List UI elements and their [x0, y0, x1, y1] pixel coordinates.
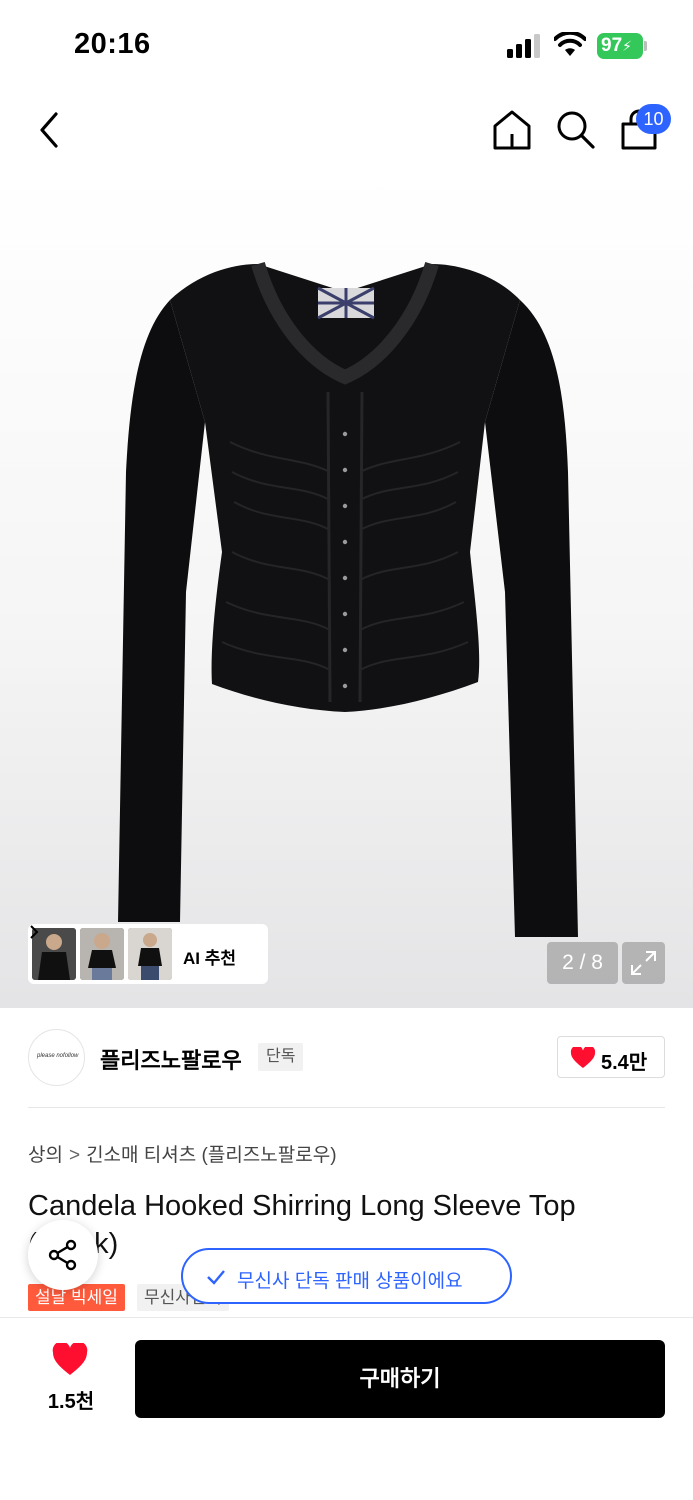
breadcrumb-item[interactable]: 긴소매 티셔츠 (플리즈노팔로우) — [86, 1145, 336, 1166]
exclusive-tag: 단독 — [258, 1043, 304, 1071]
sale-badge: 설날 빅세일 — [28, 1284, 125, 1311]
home-icon[interactable] — [491, 108, 533, 152]
search-icon[interactable] — [554, 108, 596, 152]
brand-like-count: 5.4만 — [601, 1052, 648, 1074]
brand-name[interactable]: 플리즈노팔로우 — [100, 1043, 242, 1075]
status-time: 20:16 — [74, 28, 151, 60]
share-icon — [48, 1239, 77, 1271]
back-arrow-icon[interactable] — [28, 106, 72, 154]
battery-indicator: 97⚡ — [597, 33, 647, 59]
brand-logo-wordmark: please nofollow — [37, 1053, 79, 1059]
charging-bolt-icon: ⚡ — [622, 38, 632, 54]
ai-recommend-label: AI 추천 — [183, 949, 237, 968]
wishlist-count: 1.5천 — [47, 1391, 95, 1413]
breadcrumb: 상의 > 긴소매 티셔츠 (플리즈노팔로우) — [28, 1140, 337, 1167]
ai-recommend-thumbnail[interactable] — [80, 928, 124, 980]
cart-count-badge: 10 — [636, 104, 671, 134]
breadcrumb-item[interactable]: 상의 — [28, 1145, 63, 1166]
brand-like-button[interactable]: 5.4만 — [557, 1036, 665, 1078]
buy-button[interactable]: 구매하기 — [135, 1340, 665, 1418]
exclusive-toast: 무신사 단독 판매 상품이에요 — [181, 1248, 512, 1304]
wishlist-heart-icon[interactable] — [51, 1343, 89, 1377]
chevron-right-icon — [30, 925, 39, 939]
image-page-indicator: 2 / 8 — [547, 942, 618, 984]
check-icon — [207, 1270, 225, 1285]
chevron-right-icon: > — [68, 1145, 81, 1166]
heart-icon — [570, 1047, 596, 1068]
ai-recommend-thumbnail[interactable] — [128, 928, 172, 980]
wifi-icon — [554, 32, 586, 56]
product-image-gallery[interactable]: AI 추천 2 / 8 — [0, 172, 693, 1008]
toast-message: 무신사 단독 판매 상품이에요 — [237, 1271, 463, 1292]
status-bar: 20:16 97⚡ — [0, 0, 693, 92]
cellular-signal-icon — [507, 34, 540, 58]
battery-level: 97 — [601, 35, 623, 56]
share-button[interactable] — [28, 1220, 98, 1290]
expand-icon — [631, 951, 656, 975]
expand-image-button[interactable] — [622, 942, 665, 984]
ai-recommend-card[interactable]: AI 추천 — [28, 924, 268, 984]
brand-logo[interactable]: please nofollow — [28, 1029, 85, 1086]
divider — [28, 1107, 665, 1108]
product-image — [118, 262, 578, 937]
